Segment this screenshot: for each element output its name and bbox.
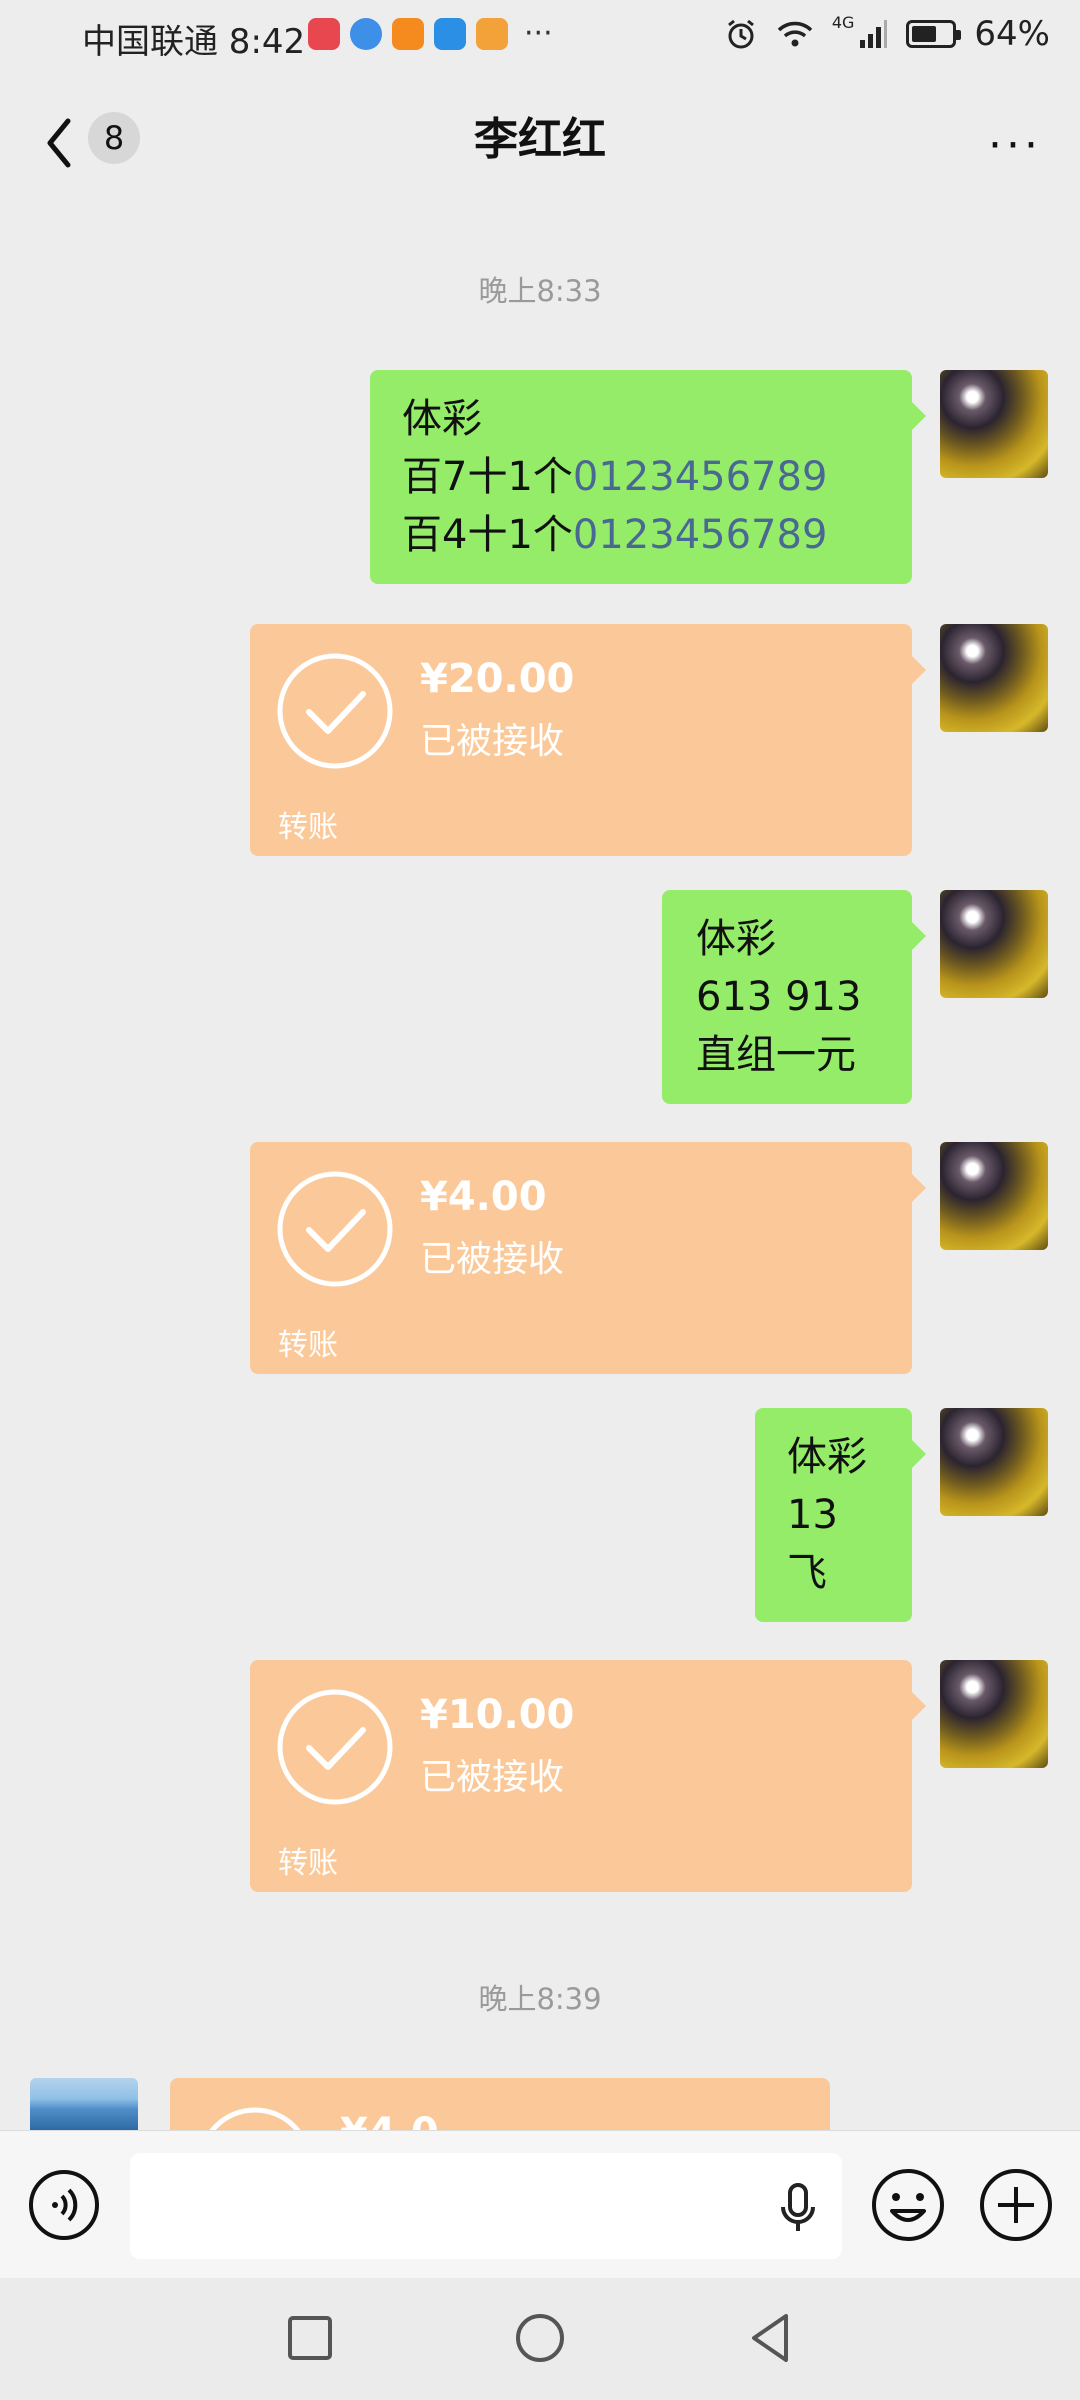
my-avatar[interactable] xyxy=(940,370,1048,478)
transfer-amount: ¥4.0 xyxy=(340,2110,439,2130)
transfer-label: 转账 xyxy=(278,1328,338,1363)
message-input[interactable] xyxy=(130,2153,842,2259)
my-avatar[interactable] xyxy=(940,890,1048,998)
message-line: 百7十1个0123456789 xyxy=(402,448,880,506)
transfer-message-card[interactable]: ¥4.0 xyxy=(170,2078,830,2130)
text-message-bubble[interactable]: 体彩 13 飞 xyxy=(755,1408,926,1622)
transfer-label: 转账 xyxy=(278,810,338,845)
weather-app-icon xyxy=(434,18,466,50)
browser-app-icon xyxy=(350,18,382,50)
number-link[interactable]: 0123456789 xyxy=(573,512,828,558)
transfer-message-card[interactable]: ¥10.00 已被接收 转账 xyxy=(250,1660,926,1892)
checkmark-circle-icon xyxy=(277,653,393,769)
transfer-message-card[interactable]: ¥20.00 已被接收 转账 xyxy=(250,624,926,856)
my-avatar[interactable] xyxy=(940,1142,1048,1250)
transfer-status: 已被接收 xyxy=(420,721,565,762)
voice-icon[interactable] xyxy=(28,2169,100,2241)
message-timestamp: 晚上8:33 xyxy=(478,274,602,308)
my-avatar[interactable] xyxy=(940,1408,1048,1516)
back-icon[interactable] xyxy=(738,2306,802,2370)
notification-icons: ··· xyxy=(308,18,553,50)
message-text: 13 xyxy=(787,1492,838,1538)
game-app-icon xyxy=(476,18,508,50)
system-indicators: 4G 64% xyxy=(724,12,1050,54)
transfer-status: 已被接收 xyxy=(420,1239,565,1280)
message-text: 体彩 xyxy=(402,396,482,442)
wifi-icon xyxy=(777,21,813,47)
contact-avatar[interactable] xyxy=(30,2078,138,2130)
text-message-bubble[interactable]: 体彩 百7十1个0123456789 百4十1个0123456789 xyxy=(370,370,926,584)
transfer-label: 转账 xyxy=(278,1846,338,1881)
recent-apps-icon[interactable] xyxy=(278,2306,342,2370)
video-app-icon xyxy=(392,18,424,50)
navigation-bar xyxy=(0,2278,1080,2400)
battery-percent: 64% xyxy=(974,14,1050,54)
more-notifications: ··· xyxy=(524,16,553,51)
chat-header: 8 李红红 ··· xyxy=(0,75,1080,200)
transfer-status: 已被接收 xyxy=(420,1757,565,1798)
transfer-amount: ¥4.00 xyxy=(420,1174,547,1220)
checkmark-circle-icon xyxy=(277,1171,393,1287)
my-avatar[interactable] xyxy=(940,624,1048,732)
number-link[interactable]: 0123456789 xyxy=(573,454,828,500)
home-icon[interactable] xyxy=(508,2306,572,2370)
emoji-icon[interactable] xyxy=(870,2167,946,2243)
signal-icon xyxy=(860,20,888,48)
message-line: 百4十1个0123456789 xyxy=(402,506,880,564)
transfer-message-card[interactable]: ¥4.00 已被接收 转账 xyxy=(250,1142,926,1374)
input-bar xyxy=(0,2130,1080,2279)
message-text: 613 913 xyxy=(696,974,862,1020)
network-type: 4G xyxy=(831,12,855,32)
battery-fill xyxy=(912,26,937,42)
transfer-amount: ¥20.00 xyxy=(420,656,575,702)
alarm-icon xyxy=(727,19,754,49)
transfer-amount: ¥10.00 xyxy=(420,1692,575,1738)
message-text: 飞 xyxy=(787,1550,827,1596)
message-timestamp: 晚上8:39 xyxy=(478,1982,602,2016)
checkmark-circle-icon xyxy=(209,2107,301,2130)
chat-title: 李红红 xyxy=(474,114,606,165)
huawei-app-icon xyxy=(308,18,340,50)
plus-icon[interactable] xyxy=(978,2167,1054,2243)
microphone-icon[interactable] xyxy=(778,2183,818,2233)
text-message-bubble[interactable]: 体彩 613 913 直组一元 xyxy=(662,890,926,1104)
message-text: 直组一元 xyxy=(696,1032,856,1078)
status-bar: 中国联通 8:42 ··· 4G 64% xyxy=(0,0,1080,75)
message-text: 百7十1个 xyxy=(402,454,573,500)
message-text: 体彩 xyxy=(696,916,776,962)
checkmark-circle-icon xyxy=(277,1689,393,1805)
carrier-time: 中国联通 8:42 xyxy=(82,22,306,62)
battery-icon xyxy=(906,20,962,48)
message-text: 体彩 xyxy=(787,1434,867,1480)
my-avatar[interactable] xyxy=(940,1660,1048,1768)
more-options-button[interactable]: ··· xyxy=(988,120,1042,171)
message-text: 百4十1个 xyxy=(402,512,573,558)
